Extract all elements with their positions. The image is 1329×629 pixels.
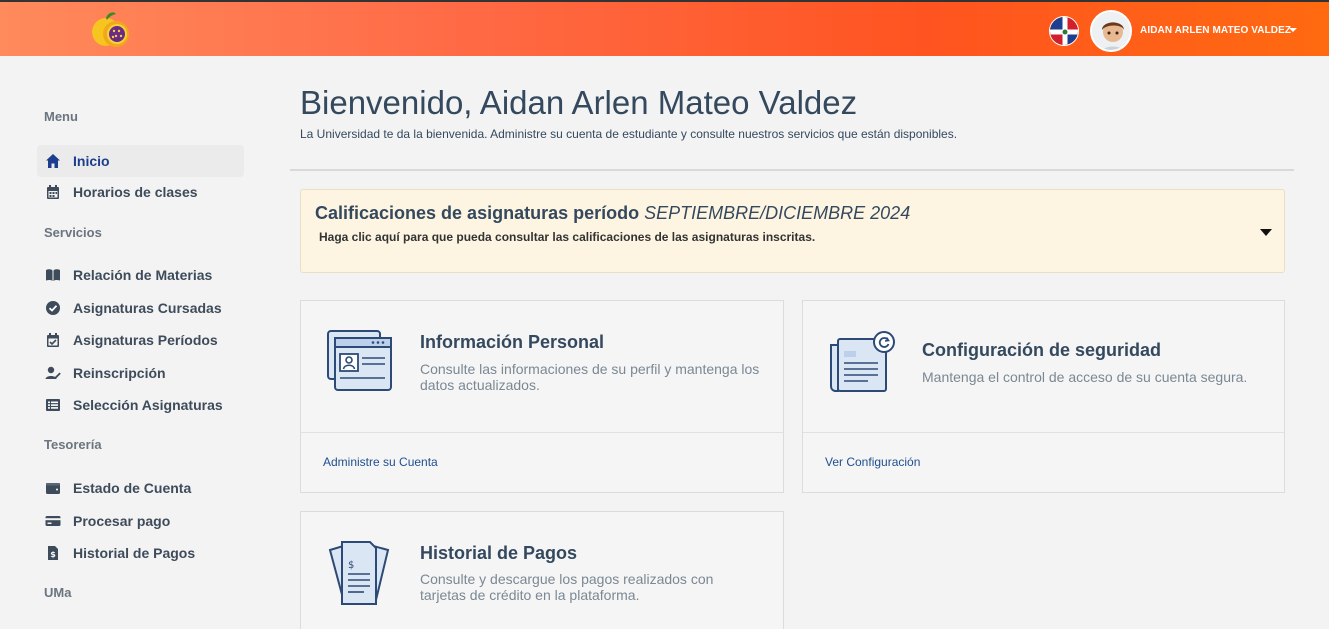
credit-card-icon [45, 513, 61, 529]
sidebar-item-historial-pagos[interactable]: $ Historial de Pagos [37, 537, 244, 569]
sidebar-section-tesoreria: Tesorería [44, 437, 102, 452]
svg-text:$: $ [50, 550, 56, 559]
page-title: Bienvenido, Aidan Arlen Mateo Valdez [300, 84, 858, 121]
wallet-icon [45, 480, 61, 496]
card-footer: Ver Configuración [803, 432, 1284, 492]
sidebar: Menu Inicio Horarios de clases Servicios… [0, 56, 260, 629]
sidebar-item-asignaturas-cursadas[interactable]: Asignaturas Cursadas [37, 292, 244, 324]
calendar-icon [45, 184, 61, 200]
card-title: Historial de Pagos [420, 543, 578, 563]
sidebar-section-uma: UMa [44, 585, 72, 600]
card-configuracion-seguridad: Configuración de seguridad Mantenga el c… [802, 300, 1285, 493]
sidebar-item-label: Reinscripción [73, 365, 166, 381]
card-title: Configuración de seguridad [922, 340, 1162, 360]
sidebar-item-reinscripcion[interactable]: Reinscripción [37, 357, 244, 389]
top-navbar: AIDAN ARLEN MATEO VALDEZ [0, 0, 1329, 56]
sidebar-item-relacion-materias[interactable]: Relación de Materias [37, 259, 244, 291]
user-menu-caret-icon[interactable] [1289, 28, 1297, 32]
sidebar-item-inicio[interactable]: Inicio [37, 145, 244, 177]
list-icon [45, 397, 61, 413]
sidebar-item-estado-cuenta[interactable]: Estado de Cuenta [37, 472, 244, 504]
calendar-check-icon [45, 332, 61, 348]
page-subtitle: La Universidad te da la bienvenida. Admi… [300, 127, 958, 141]
university-logo[interactable] [88, 8, 136, 52]
sidebar-item-label: Horarios de clases [73, 184, 198, 200]
alert-title: Calificaciones de asignaturas período SE… [315, 203, 910, 224]
sidebar-item-label: Estado de Cuenta [73, 480, 192, 496]
sidebar-item-label: Inicio [73, 153, 110, 169]
sidebar-item-label: Asignaturas Cursadas [73, 300, 222, 316]
alert-title-prefix: Calificaciones de asignaturas período [315, 203, 640, 223]
user-avatar[interactable] [1090, 10, 1132, 52]
card-description: Consulte las informaciones de su perfil … [420, 361, 760, 393]
language-flag-icon[interactable] [1049, 16, 1079, 46]
card-title: Información Personal [420, 332, 605, 352]
manage-account-link[interactable]: Administre su Cuenta [323, 455, 438, 469]
card-description: Mantenga el control de acceso de su cuen… [922, 369, 1248, 385]
check-circle-icon [45, 300, 61, 316]
alert-subtitle: Haga clic aquí para que pueda consultar … [319, 230, 816, 244]
caret-down-icon[interactable] [1260, 229, 1272, 236]
security-document-icon [828, 331, 898, 400]
profile-window-icon [326, 329, 396, 400]
sidebar-item-label: Asignaturas Períodos [73, 332, 218, 348]
alert-title-period: SEPTIEMBRE/DICIEMBRE 2024 [644, 203, 911, 223]
home-icon [45, 153, 61, 169]
sidebar-section-servicios: Servicios [44, 225, 102, 240]
sidebar-item-label: Historial de Pagos [73, 545, 196, 561]
sidebar-item-seleccion-asignaturas[interactable]: Selección Asignaturas [37, 389, 244, 421]
card-informacion-personal: Información Personal Consulte las inform… [300, 300, 784, 493]
card-footer: Administre su Cuenta [301, 432, 783, 492]
sidebar-item-label: Selección Asignaturas [73, 397, 223, 413]
book-open-icon [45, 267, 61, 283]
user-menu-name[interactable]: AIDAN ARLEN MATEO VALDEZ [1140, 25, 1291, 36]
sidebar-item-horarios[interactable]: Horarios de clases [37, 176, 244, 208]
user-edit-icon [45, 365, 61, 381]
divider [290, 169, 1294, 171]
sidebar-section-menu: Menu [44, 109, 78, 124]
sidebar-item-label: Procesar pago [73, 513, 171, 529]
sidebar-item-asignaturas-periodos[interactable]: Asignaturas Períodos [37, 324, 244, 356]
payment-receipts-icon: $ [326, 538, 396, 611]
sidebar-item-label: Relación de Materias [73, 267, 213, 283]
file-invoice-dollar-icon: $ [45, 545, 61, 561]
card-historial-pagos: $ Historial de Pagos Consulte y descargu… [300, 511, 784, 629]
svg-text:$: $ [348, 560, 354, 571]
security-settings-link[interactable]: Ver Configuración [825, 455, 920, 469]
grades-alert-panel[interactable]: Calificaciones de asignaturas período SE… [300, 189, 1285, 273]
card-description: Consulte y descargue los pagos realizado… [420, 571, 714, 603]
sidebar-item-procesar-pago[interactable]: Procesar pago [37, 505, 244, 537]
